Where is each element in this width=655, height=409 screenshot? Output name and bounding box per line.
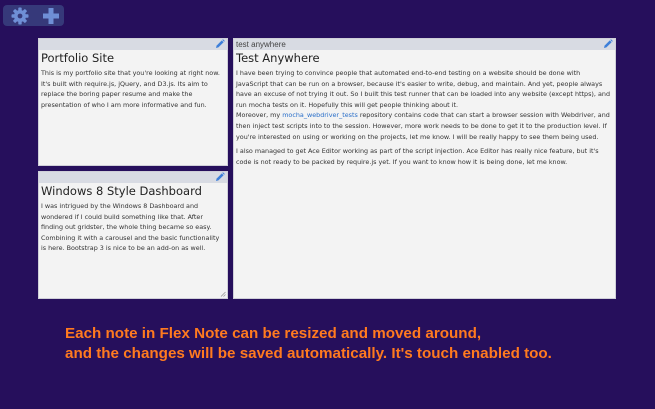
note-paragraph: I also managed to get Ace Editor working… — [236, 147, 599, 166]
note-portfolio-site[interactable]: Portfolio Site This is my portfolio site… — [38, 38, 228, 166]
note-paragraph: I was intrigued by the Windows 8 Dashboa… — [41, 202, 220, 253]
gear-icon — [11, 7, 29, 24]
note-paragraph: I have been trying to convince people th… — [236, 69, 610, 109]
settings-button[interactable] — [9, 6, 31, 25]
note-body[interactable]: I have been trying to convince people th… — [234, 65, 615, 167]
pencil-icon[interactable] — [215, 172, 225, 182]
note-title: Test Anywhere — [236, 51, 320, 65]
note-header-label: test anywhere — [236, 40, 286, 49]
resize-handle-icon[interactable] — [220, 291, 226, 297]
note-body[interactable]: This is my portfolio site that you're lo… — [39, 65, 227, 110]
caption-line-2: and the changes will be saved automatica… — [65, 345, 552, 362]
note-body[interactable]: I was intrigued by the Windows 8 Dashboa… — [39, 198, 227, 254]
caption-line-1: Each note in Flex Note can be resized an… — [65, 325, 482, 342]
note-title: Portfolio Site — [41, 51, 115, 65]
plus-icon — [43, 7, 59, 24]
note-paragraph: This is my portfolio site that you're lo… — [41, 69, 220, 109]
note-paragraph: Moreover, my mocha_webdriver_tests repos… — [236, 110, 612, 142]
pencil-icon[interactable] — [603, 39, 613, 49]
note-test-anywhere[interactable]: test anywhere Test Anywhere I have been … — [233, 38, 616, 299]
note-title: Windows 8 Style Dashboard — [41, 184, 202, 198]
note-windows-8-dashboard[interactable]: Windows 8 Style Dashboard I was intrigue… — [38, 171, 228, 299]
caption: Each note in Flex Note can be resized an… — [65, 324, 552, 364]
add-note-button[interactable] — [40, 6, 62, 25]
note-header[interactable] — [39, 39, 227, 50]
pencil-icon[interactable] — [215, 39, 225, 49]
note-text: Moreover, my — [236, 111, 283, 120]
mocha-webdriver-tests-link[interactable]: mocha_webdriver_tests — [282, 111, 358, 119]
note-header[interactable]: test anywhere — [234, 39, 615, 50]
note-header[interactable] — [39, 172, 227, 183]
toolbar — [3, 5, 64, 26]
